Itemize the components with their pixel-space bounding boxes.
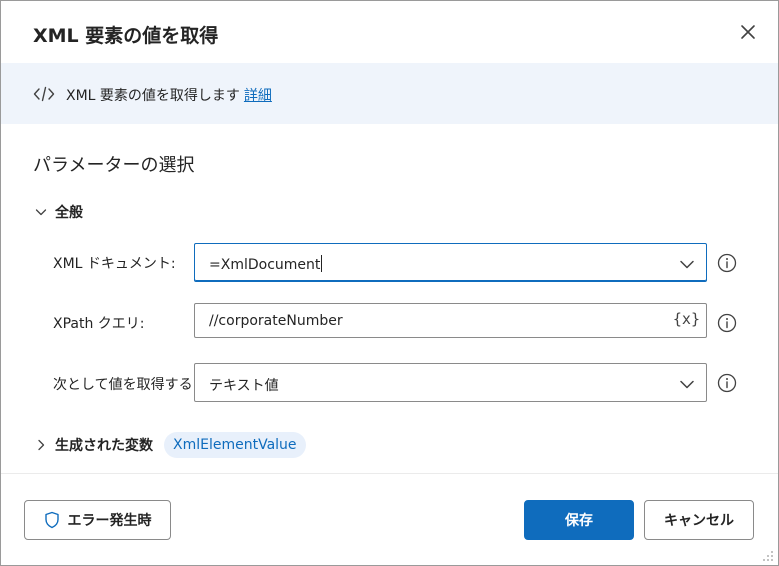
info-icon[interactable] <box>717 373 737 393</box>
xml-document-dropdown[interactable]: =XmlDocument <box>194 243 707 282</box>
dialog-header: XML 要素の値を取得 <box>1 1 778 63</box>
save-button-label: 保存 <box>565 513 593 529</box>
footer-divider <box>1 473 778 474</box>
info-icon[interactable] <box>717 253 737 273</box>
dialog-title: XML 要素の値を取得 <box>33 25 219 47</box>
retrieve-as-value: テキスト値 <box>209 378 279 394</box>
banner-text: XML 要素の値を取得します <box>66 88 240 104</box>
xpath-query-label: XPath クエリ: <box>53 316 145 332</box>
resize-grip-icon[interactable] <box>761 549 775 563</box>
text-caret <box>321 255 323 272</box>
generated-variables-row: 生成された変数 XmlElementValue <box>33 432 306 458</box>
save-button[interactable]: 保存 <box>524 500 634 540</box>
chevron-down-icon[interactable] <box>678 375 696 393</box>
xml-document-label: XML ドキュメント: <box>53 256 176 272</box>
general-group-label: 全般 <box>55 205 83 221</box>
shield-icon <box>44 511 59 529</box>
retrieve-as-dropdown[interactable]: テキスト値 <box>194 363 707 402</box>
chevron-down-icon <box>35 209 47 216</box>
xpath-query-input[interactable]: //corporateNumber {x} <box>194 303 707 338</box>
banner-text-wrap: XML 要素の値を取得します 詳細 <box>66 85 272 105</box>
close-icon <box>741 25 755 39</box>
insert-variable-button[interactable]: {x} <box>673 310 700 328</box>
chevron-right-icon[interactable] <box>33 437 49 453</box>
cancel-button-label: キャンセル <box>664 513 734 529</box>
cancel-button[interactable]: キャンセル <box>644 500 754 540</box>
chevron-down-icon[interactable] <box>678 255 696 273</box>
general-group-toggle[interactable]: 全般 <box>33 201 83 223</box>
info-banner: XML 要素の値を取得します 詳細 <box>1 63 778 124</box>
generated-variables-label[interactable]: 生成された変数 <box>55 435 153 455</box>
xml-document-value: =XmlDocument <box>209 257 321 273</box>
close-button[interactable] <box>737 21 759 43</box>
on-error-button[interactable]: エラー発生時 <box>24 500 171 540</box>
variable-chip[interactable]: XmlElementValue <box>164 432 306 458</box>
dialog: XML 要素の値を取得 XML 要素の値を取得します 詳細 パラメーターの選択 全… <box>0 0 779 566</box>
on-error-button-label: エラー発生時 <box>67 513 152 529</box>
code-icon <box>33 86 55 102</box>
retrieve-as-label: 次として値を取得する: <box>53 377 198 393</box>
section-title: パラメーターの選択 <box>33 155 195 176</box>
info-icon[interactable] <box>717 313 737 333</box>
details-link[interactable]: 詳細 <box>244 88 272 104</box>
xml-document-value-wrap: =XmlDocument <box>209 255 323 273</box>
xpath-query-value: //corporateNumber <box>209 313 343 329</box>
